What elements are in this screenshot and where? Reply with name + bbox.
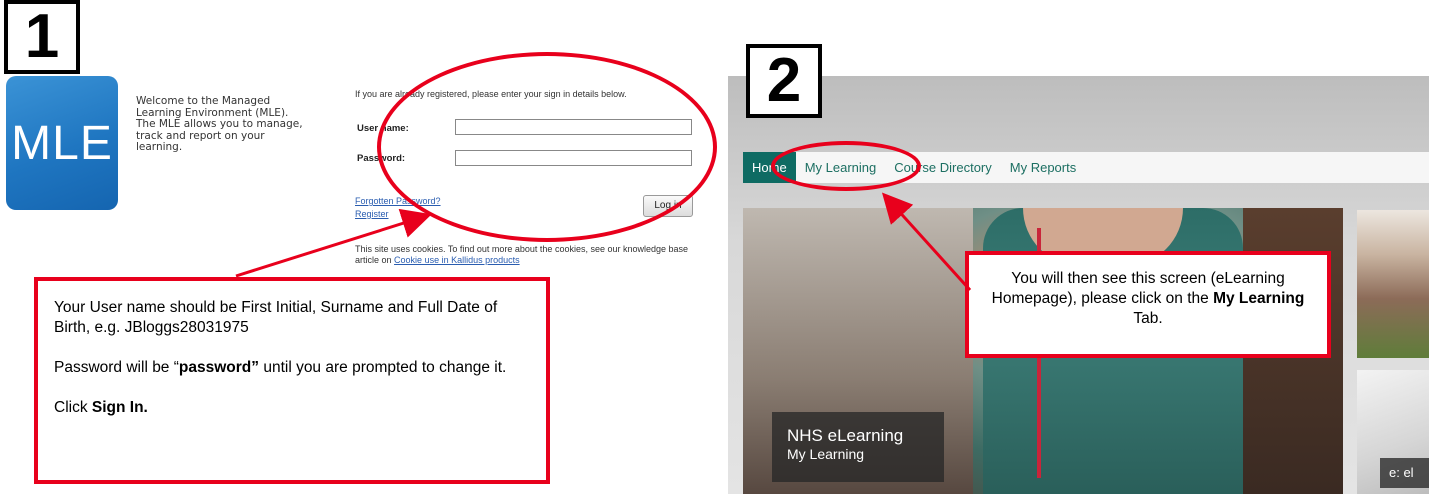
sign-in-instruction: Click Sign In. [54,399,148,416]
homepage-instructions-callout: You will then see this screen (eLearning… [965,251,1331,358]
highlight-ellipse-login [377,52,717,242]
highlight-ellipse-my-learning [771,141,921,191]
password-instruction: Password will be “password” until you ar… [54,359,507,376]
side-caption[interactable]: e: el [1380,458,1429,488]
cookie-link[interactable]: Cookie use in Kallidus products [394,255,520,265]
hero-caption[interactable]: NHS eLearning My Learning [772,412,944,482]
welcome-text: Welcome to the Managed Learning Environm… [136,95,303,153]
cookie-notice: This site uses cookies. To find out more… [355,244,700,266]
hero-subtitle: My Learning [787,446,865,462]
step-1-badge: 1 [4,0,80,74]
nav-my-reports[interactable]: My Reports [1001,152,1085,183]
mle-logo: MLE [6,76,118,210]
login-instructions-callout: Your User name should be First Initial, … [34,277,550,484]
step-2-badge: 2 [746,44,822,118]
username-instruction: Your User name should be First Initial, … [54,299,498,336]
register-link[interactable]: Register [355,209,389,219]
my-learning-emphasis: My Learning [1213,290,1305,307]
side-image-phone[interactable] [1357,210,1429,358]
hero-title: NHS eLearning [787,426,904,445]
